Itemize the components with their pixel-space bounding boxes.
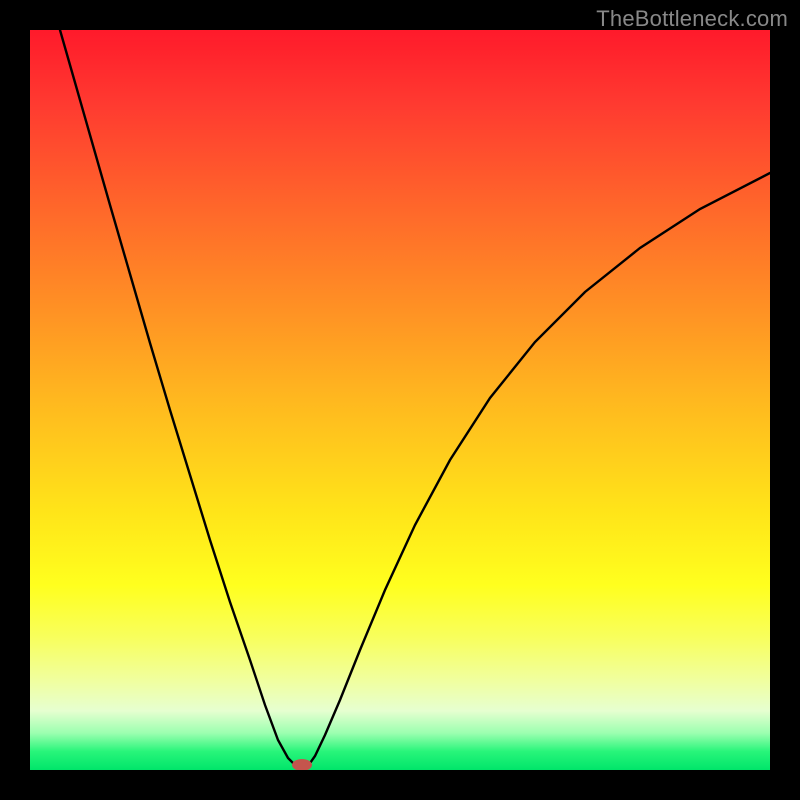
chart-svg xyxy=(30,30,770,770)
bottleneck-curve xyxy=(60,30,770,769)
watermark-text: TheBottleneck.com xyxy=(596,6,788,32)
plot-area xyxy=(30,30,770,770)
bottleneck-point-marker xyxy=(292,759,312,770)
chart-frame: TheBottleneck.com xyxy=(0,0,800,800)
